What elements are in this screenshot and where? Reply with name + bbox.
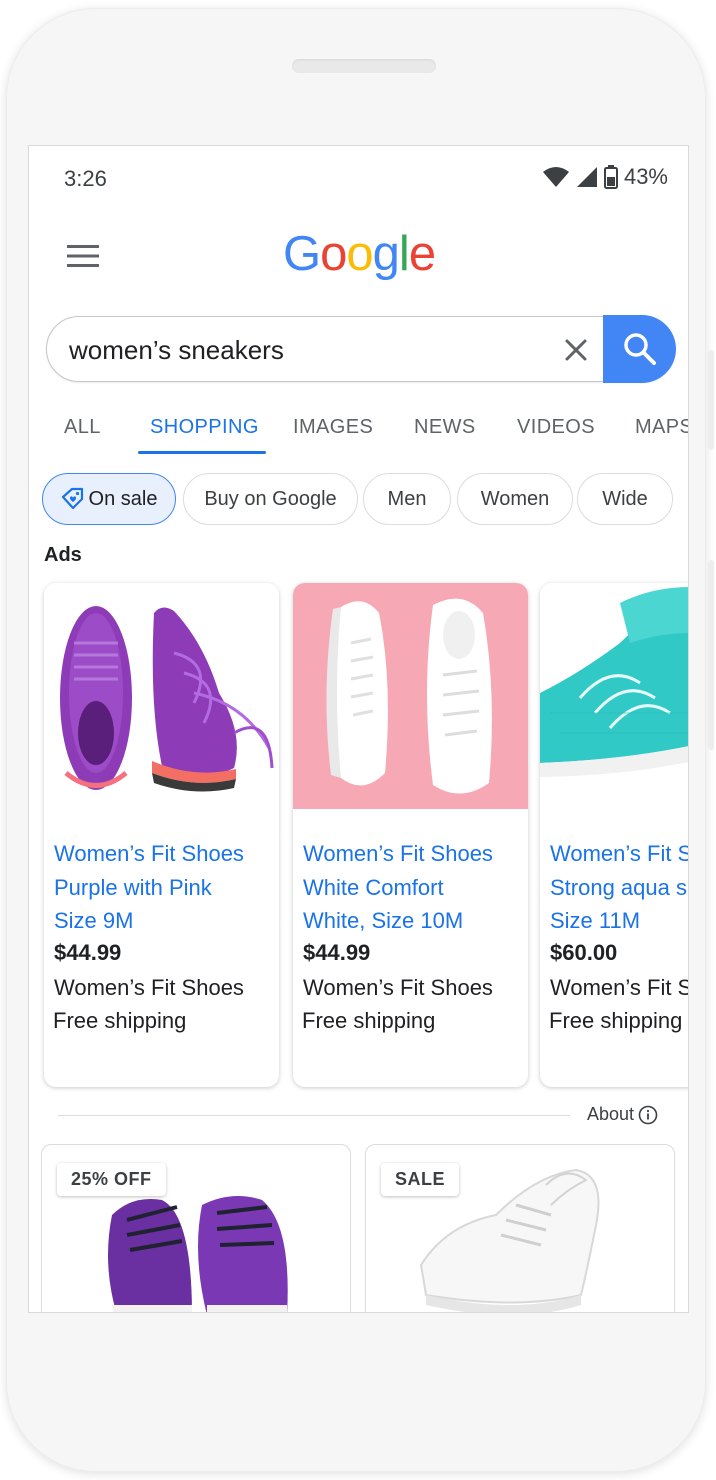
product-title[interactable]: Women’s Fit Shoes Strong aqua shoes Size… xyxy=(550,837,688,938)
product-price: $44.99 xyxy=(54,940,122,965)
product-price: $44.99 xyxy=(303,940,371,965)
info-icon xyxy=(638,1105,658,1124)
status-time: 3:26 xyxy=(64,166,107,191)
phone-volume-button xyxy=(708,560,714,750)
chip-men[interactable]: Men xyxy=(363,473,451,525)
search-button[interactable] xyxy=(603,315,676,383)
about-label: About xyxy=(586,1104,634,1124)
divider xyxy=(58,1115,570,1116)
discount-badge: 25% OFF xyxy=(57,1163,166,1196)
product-shipping: Free shipping xyxy=(549,1008,683,1033)
app-bar: Google xyxy=(29,216,688,298)
chip-women[interactable]: Women xyxy=(457,473,573,525)
tab-all[interactable]: ALL xyxy=(64,416,101,439)
product-seller: Women’s Fit Shoes xyxy=(303,975,493,1000)
status-bar: 3:26 43% xyxy=(29,146,688,212)
sale-badge: SALE xyxy=(381,1163,460,1196)
logo-letter: l xyxy=(398,227,410,281)
sale-tag-icon xyxy=(61,487,83,510)
product-title[interactable]: Women’s Fit Shoes Purple with Pink Size … xyxy=(54,837,279,938)
logo-letter: G xyxy=(283,227,321,281)
chip-label: On sale xyxy=(88,487,158,510)
product-image xyxy=(540,583,688,809)
ads-about-row: About xyxy=(58,1104,658,1128)
wifi-icon xyxy=(542,167,569,187)
status-icons: 43% xyxy=(542,164,668,190)
about-ads-link[interactable]: About xyxy=(587,1104,658,1125)
product-tile[interactable]: 25% OFF xyxy=(41,1144,351,1312)
phone-screen: 3:26 43% Google women’s sneakers ALL SHO… xyxy=(28,145,689,1313)
product-seller: Women’s Fit Shoes xyxy=(54,975,244,1000)
product-tile[interactable]: SALE xyxy=(365,1144,675,1312)
signal-icon xyxy=(576,167,597,187)
tab-images[interactable]: IMAGES xyxy=(293,416,373,439)
chip-label: Wide xyxy=(602,487,648,510)
search-tabs: ALL SHOPPING IMAGES NEWS VIDEOS MAPS xyxy=(29,406,688,456)
product-card[interactable]: Women’s Fit Shoes White Comfort White, S… xyxy=(293,583,528,1087)
google-logo: Google xyxy=(283,226,436,282)
product-card[interactable]: Women’s Fit Shoes Purple with Pink Size … xyxy=(44,583,279,1087)
battery-percent: 43% xyxy=(623,164,668,189)
product-shipping: Free shipping xyxy=(302,1008,436,1033)
product-image xyxy=(44,583,279,809)
search-input[interactable] xyxy=(67,329,541,371)
product-shipping: Free shipping xyxy=(53,1008,187,1033)
logo-letter: o xyxy=(346,227,373,281)
product-seller: Women’s Fit Shoes xyxy=(550,975,688,1000)
chip-on-sale[interactable]: On sale xyxy=(42,473,176,525)
chip-label: Women xyxy=(480,487,550,510)
hamburger-menu-icon[interactable] xyxy=(67,244,99,268)
product-title[interactable]: Women’s Fit Shoes White Comfort White, S… xyxy=(303,837,528,938)
search-box xyxy=(46,315,676,383)
search-icon xyxy=(623,333,656,365)
logo-letter: g xyxy=(372,227,400,281)
phone-side-button xyxy=(708,350,714,450)
chip-wide[interactable]: Wide xyxy=(577,473,673,525)
chip-label: Men xyxy=(387,487,427,510)
battery-icon xyxy=(603,165,618,189)
ads-label: Ads xyxy=(44,544,82,566)
logo-letter: e xyxy=(408,227,436,281)
product-card[interactable]: Women’s Fit Shoes Strong aqua shoes Size… xyxy=(540,583,688,1087)
tab-videos[interactable]: VIDEOS xyxy=(517,416,595,439)
product-image xyxy=(293,583,528,809)
tab-shopping[interactable]: SHOPPING xyxy=(150,416,259,439)
chip-label: Buy on Google xyxy=(204,487,337,510)
logo-letter: o xyxy=(320,227,347,281)
tab-maps[interactable]: MAPS xyxy=(635,416,688,439)
phone-speaker xyxy=(292,59,436,73)
product-price: $60.00 xyxy=(550,940,618,965)
active-tab-indicator xyxy=(138,451,266,454)
tab-news[interactable]: NEWS xyxy=(414,416,476,439)
clear-icon[interactable] xyxy=(561,335,591,365)
chip-buy-on-google[interactable]: Buy on Google xyxy=(183,473,358,525)
